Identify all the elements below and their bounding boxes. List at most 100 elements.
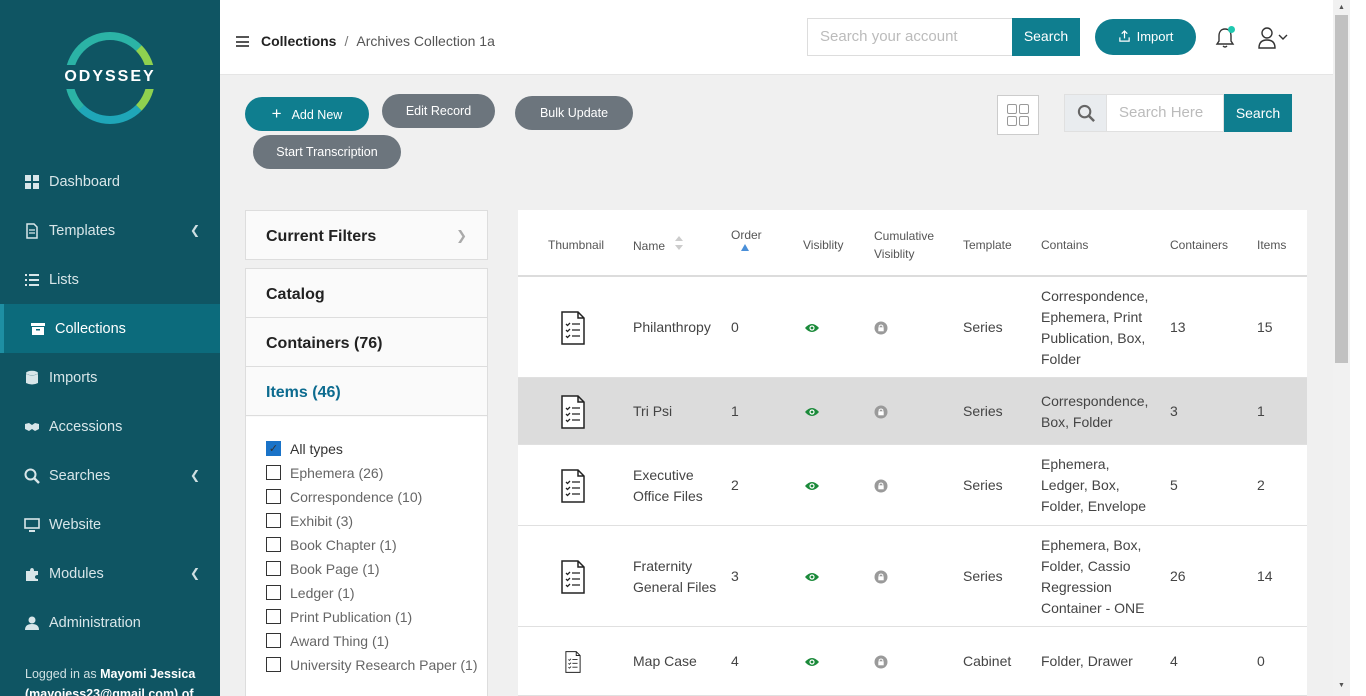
sidebar-item-modules[interactable]: Modules ❮: [0, 549, 220, 598]
sidebar-item-templates[interactable]: Templates ❮: [0, 206, 220, 255]
bulk-update-button[interactable]: Bulk Update: [515, 96, 633, 130]
sidebar-item-website[interactable]: Website: [0, 500, 220, 549]
sidebar-item-label: Administration: [49, 614, 141, 631]
table-row[interactable]: Fraternity General Files 3 Series Ephemera,…: [518, 526, 1307, 627]
cell-containers: 26: [1170, 568, 1186, 584]
menu-toggle-icon[interactable]: [236, 36, 249, 47]
cell-name: Map Case: [633, 653, 697, 669]
eye-icon[interactable]: [804, 571, 820, 583]
search-doc-icon: [24, 468, 40, 484]
sidebar-item-dashboard[interactable]: Dashboard: [0, 157, 220, 206]
cell-items: 0: [1257, 653, 1265, 669]
col-name[interactable]: Name: [633, 237, 665, 255]
cell-containers: 13: [1170, 319, 1186, 335]
current-filters-panel[interactable]: Current Filters ❯: [245, 210, 488, 260]
odyssey-logo[interactable]: ODYSSEY: [55, 32, 165, 124]
grid-view-icon[interactable]: [997, 95, 1039, 135]
scrollbar-thumb[interactable]: [1335, 15, 1348, 363]
eye-icon[interactable]: [804, 322, 820, 334]
sidebar-item-accessions[interactable]: Accessions: [0, 402, 220, 451]
col-order[interactable]: Order: [731, 226, 762, 244]
type-filter-label: Book Page (1): [290, 561, 380, 577]
type-filter-item[interactable]: University Research Paper (1): [266, 655, 478, 676]
type-filter-checkbox[interactable]: [266, 585, 281, 600]
type-filter-item[interactable]: Ephemera (26): [266, 463, 383, 484]
type-filter-checkbox[interactable]: [266, 465, 281, 480]
type-filter-item[interactable]: Correspondence (10): [266, 487, 422, 508]
table-row[interactable]: Philanthropy 0 Series Correspondence, Ephem…: [518, 277, 1307, 378]
filter-items[interactable]: Items (46): [246, 367, 487, 416]
type-filter-label: Correspondence (10): [290, 489, 423, 505]
cell-items: 2: [1257, 477, 1265, 493]
records-search-button[interactable]: Search: [1224, 94, 1292, 132]
edit-record-button[interactable]: Edit Record: [382, 94, 495, 128]
checklist-document-icon[interactable]: [565, 650, 581, 673]
sidebar-item-label: Imports: [49, 369, 98, 386]
document-icon: [24, 222, 40, 239]
type-filter-item[interactable]: Book Page (1): [266, 559, 380, 580]
type-filter-checkbox[interactable]: ✓: [266, 441, 281, 456]
type-filter-checkbox[interactable]: [266, 537, 281, 552]
breadcrumb-root[interactable]: Collections: [261, 33, 336, 49]
checklist-document-icon[interactable]: [561, 468, 585, 503]
sidebar-item-searches[interactable]: Searches ❮: [0, 451, 220, 500]
type-filter-checkbox[interactable]: [266, 513, 281, 528]
cell-containers: 3: [1170, 403, 1178, 419]
sort-ascending-icon: [741, 244, 749, 251]
type-filter-checkbox[interactable]: [266, 657, 281, 672]
type-filter-item[interactable]: Ledger (1): [266, 583, 355, 604]
type-filter-checkbox[interactable]: [266, 633, 281, 648]
sidebar-item-administration[interactable]: Administration: [0, 598, 220, 647]
account-search-button[interactable]: Search: [1012, 18, 1080, 56]
scroll-up-icon[interactable]: ▲: [1338, 4, 1345, 11]
type-filter-item[interactable]: Award Thing (1): [266, 631, 389, 652]
type-filter-label: Book Chapter (1): [290, 537, 397, 553]
cell-template: Series: [963, 568, 1003, 584]
eye-icon[interactable]: [804, 480, 820, 492]
type-filter-checkbox[interactable]: [266, 609, 281, 624]
type-filter-item[interactable]: Exhibit (3): [266, 511, 353, 532]
top-bar: Collections / Archives Collection 1a Searc…: [220, 0, 1333, 75]
add-new-button[interactable]: + Add New: [245, 97, 369, 131]
cell-contains: Correspondence, Box, Folder: [1041, 393, 1149, 430]
filter-containers[interactable]: Containers (76): [246, 318, 487, 367]
import-button[interactable]: Import: [1095, 19, 1196, 55]
type-filter-label: All types: [290, 441, 343, 457]
add-new-label: Add New: [291, 108, 343, 122]
sidebar-item-lists[interactable]: Lists: [0, 255, 220, 304]
archive-box-icon: [30, 321, 46, 337]
lock-icon: [874, 405, 888, 418]
sort-icon[interactable]: [675, 236, 683, 250]
cell-contains: Ephemera, Box, Folder, Cassio Regression…: [1041, 537, 1145, 616]
table-row[interactable]: Map Case 4 Cabinet Folder, Drawer 4 0: [518, 627, 1307, 696]
chevron-left-icon[interactable]: ❮: [190, 566, 200, 580]
eye-icon[interactable]: [804, 406, 820, 418]
filter-catalog[interactable]: Catalog: [246, 269, 487, 318]
type-filter-item[interactable]: ✓ All types: [266, 439, 343, 460]
plus-icon: +: [271, 104, 282, 123]
chevron-left-icon[interactable]: ❮: [190, 468, 200, 482]
cell-contains: Correspondence, Ephemera, Print Publicat…: [1041, 288, 1149, 367]
account-search-input[interactable]: Search your account: [807, 18, 1013, 56]
records-search-input[interactable]: Search Here: [1107, 94, 1224, 132]
page-scrollbar[interactable]: ▲ ▼: [1333, 0, 1350, 696]
type-filter-item[interactable]: Print Publication (1): [266, 607, 412, 628]
table-row[interactable]: Tri Psi 1 Series Correspondence, Box, Folde…: [518, 378, 1307, 445]
sidebar-item-imports[interactable]: Imports: [0, 353, 220, 402]
logo-text: ODYSSEY: [64, 68, 156, 85]
checklist-document-icon[interactable]: [561, 310, 585, 345]
checklist-document-icon[interactable]: [561, 559, 585, 594]
chevron-left-icon[interactable]: ❮: [190, 223, 200, 237]
type-filter-item[interactable]: Book Chapter (1): [266, 535, 397, 556]
type-filter-checkbox[interactable]: [266, 561, 281, 576]
sidebar-item-collections[interactable]: Collections: [0, 304, 220, 353]
cell-items: 1: [1257, 403, 1265, 419]
col-cumulative-line2: Visiblity: [874, 247, 915, 261]
user-menu-icon[interactable]: [1257, 26, 1293, 50]
type-filter-checkbox[interactable]: [266, 489, 281, 504]
eye-icon[interactable]: [804, 656, 820, 668]
table-row[interactable]: Executive Office Files 2 Series Ephemera, L…: [518, 445, 1307, 526]
start-transcription-button[interactable]: Start Transcription: [253, 135, 401, 169]
checklist-document-icon[interactable]: [561, 394, 585, 429]
scroll-down-icon[interactable]: ▼: [1338, 682, 1345, 689]
